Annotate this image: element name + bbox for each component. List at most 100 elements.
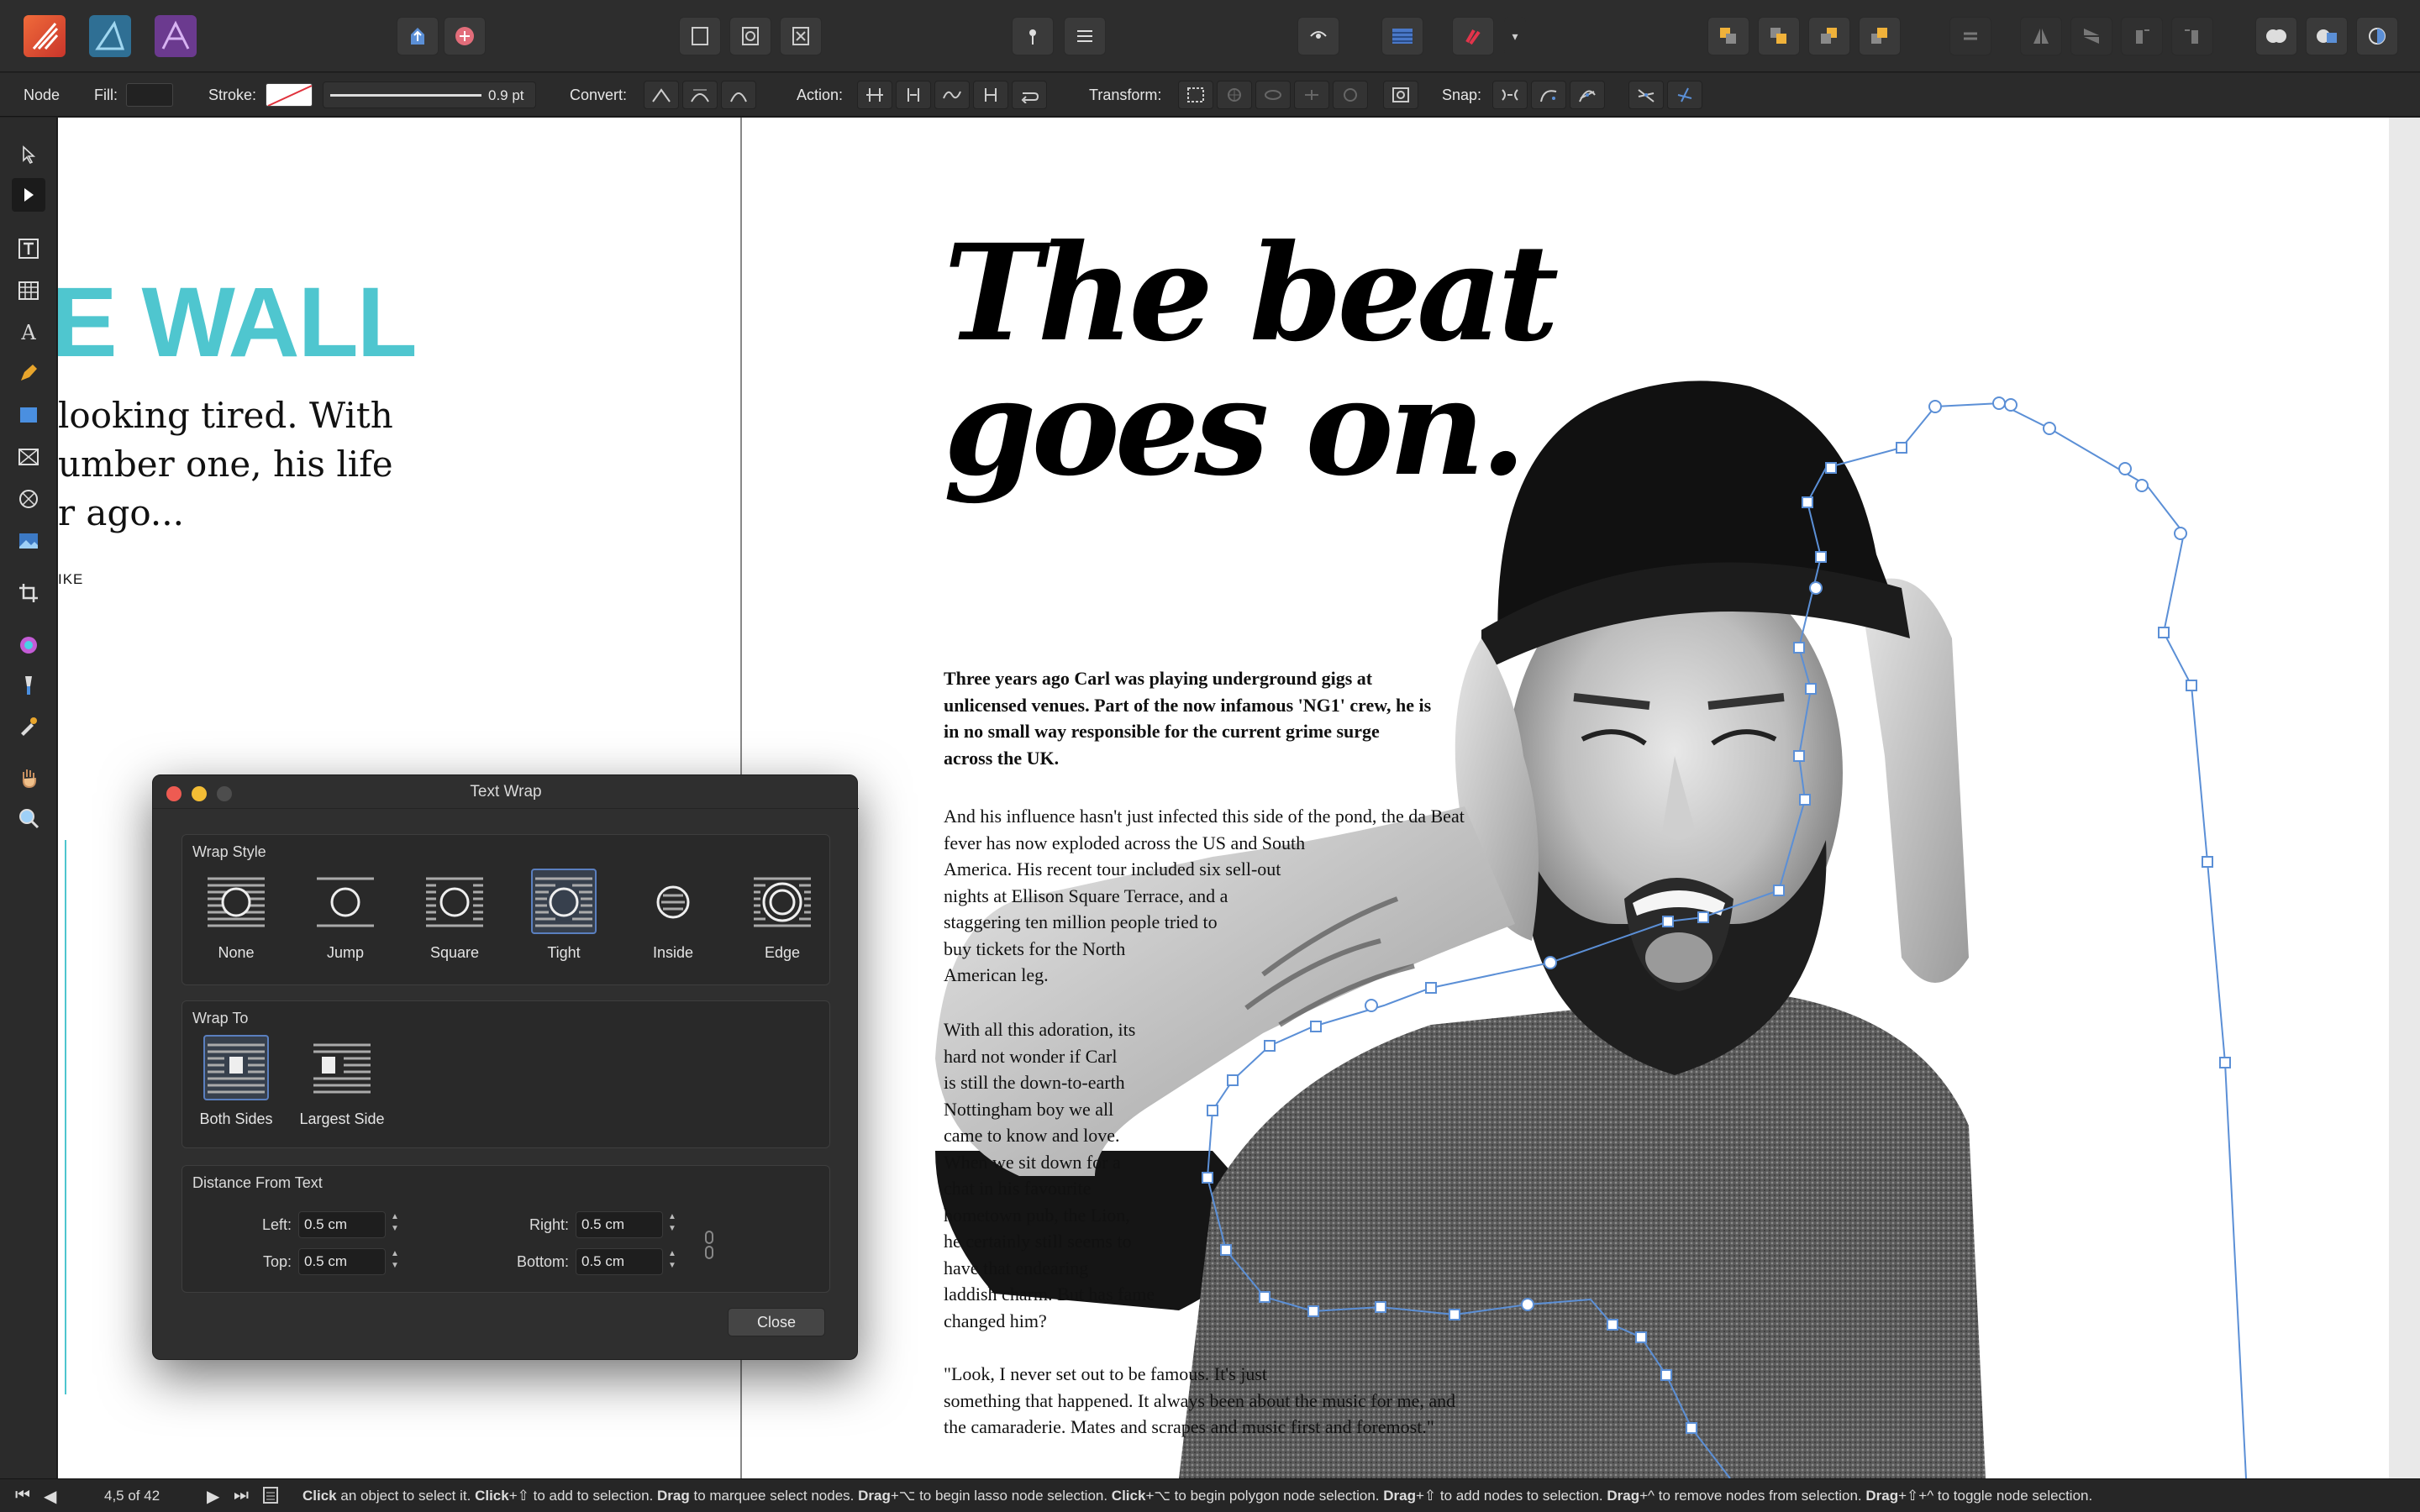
convert-smart-icon[interactable] bbox=[721, 81, 756, 109]
preview-mode-icon[interactable] bbox=[1297, 17, 1339, 55]
document-canvas[interactable]: E WALL looking tired. With umber one, hi… bbox=[58, 118, 2420, 1478]
page-thumbnails-icon[interactable] bbox=[262, 1486, 279, 1509]
assets-icon[interactable] bbox=[444, 17, 486, 55]
arrange-backward-icon[interactable] bbox=[1758, 17, 1800, 55]
transform-origin-icon[interactable] bbox=[1217, 81, 1252, 109]
previous-page-icon[interactable]: ◀ bbox=[44, 1486, 56, 1507]
last-page-icon[interactable]: ⏭ bbox=[234, 1486, 249, 1505]
convert-label: Convert: bbox=[570, 87, 628, 103]
top-distance-stepper[interactable]: ▲ ▼ bbox=[389, 1248, 401, 1275]
text-frame-icon[interactable] bbox=[1064, 17, 1106, 55]
wrap-style-inside[interactable]: Inside bbox=[631, 869, 715, 969]
stroke-swatch[interactable] bbox=[266, 83, 313, 107]
transform-reset-icon[interactable] bbox=[1383, 81, 1418, 109]
wrap-style-none[interactable]: None bbox=[194, 869, 278, 969]
pin-icon[interactable] bbox=[1012, 17, 1054, 55]
text-line: And his influence hasn't just infected t… bbox=[944, 806, 1465, 827]
arrange-back-icon[interactable] bbox=[1707, 17, 1749, 55]
picture-frame-icon[interactable] bbox=[12, 440, 45, 474]
snap-intersection-icon[interactable] bbox=[1628, 81, 1664, 109]
article-paragraph[interactable]: With all this adoration, its hard not wo… bbox=[944, 1016, 1155, 1334]
designer-persona-icon[interactable] bbox=[89, 15, 131, 57]
context-toolbar: Node Fill: Stroke: 0.9 pt Convert: Actio… bbox=[0, 73, 2420, 117]
move-tool-icon[interactable] bbox=[12, 138, 45, 171]
photo-persona-icon[interactable] bbox=[155, 15, 197, 57]
right-page[interactable]: The beat goes on. Three years ago Carl w… bbox=[742, 118, 2389, 1478]
transform-rotate-icon[interactable] bbox=[1333, 81, 1368, 109]
snap-perpendicular-icon[interactable] bbox=[1667, 81, 1702, 109]
wrap-to-both-sides[interactable]: Both Sides bbox=[194, 1035, 278, 1136]
share-icon[interactable] bbox=[397, 17, 439, 55]
close-curve-icon[interactable] bbox=[896, 81, 931, 109]
view-clip-icon[interactable] bbox=[780, 17, 822, 55]
page-indicator[interactable]: 4,5 of 42 bbox=[104, 1488, 160, 1504]
wrap-style-tight[interactable]: Tight bbox=[522, 869, 606, 969]
ellipse-frame-icon[interactable] bbox=[12, 482, 45, 516]
fill-tool-icon[interactable] bbox=[12, 628, 45, 662]
snap-tangent-icon[interactable] bbox=[1570, 81, 1605, 109]
article-headline[interactable]: The beat goes on. bbox=[944, 227, 1700, 496]
convert-sharp-icon[interactable] bbox=[644, 81, 679, 109]
reverse-curve-icon[interactable] bbox=[1012, 81, 1047, 109]
bottom-distance-field[interactable]: 0.5 cm bbox=[576, 1248, 663, 1275]
break-curve-icon[interactable] bbox=[857, 81, 892, 109]
fill-swatch[interactable] bbox=[126, 83, 173, 107]
first-page-icon[interactable]: ⏮ bbox=[15, 1486, 30, 1505]
article-intro[interactable]: Three years ago Carl was playing undergr… bbox=[944, 665, 1431, 771]
link-values-icon[interactable] bbox=[703, 1230, 715, 1264]
right-distance-stepper[interactable]: ▲ ▼ bbox=[666, 1211, 678, 1238]
bottom-distance-stepper[interactable]: ▲ ▼ bbox=[666, 1248, 678, 1275]
baseline-grid-icon[interactable] bbox=[1381, 17, 1423, 55]
rotate-left-icon[interactable] bbox=[2121, 17, 2163, 55]
zoom-tool-icon[interactable] bbox=[12, 801, 45, 835]
place-image-icon[interactable] bbox=[12, 524, 45, 558]
flip-horizontal-icon[interactable] bbox=[2020, 17, 2062, 55]
color-picker-icon[interactable] bbox=[12, 709, 45, 743]
wrap-style-square[interactable]: Square bbox=[413, 869, 497, 969]
snapping-magnet-icon[interactable] bbox=[1452, 17, 1494, 55]
view-bleed-icon[interactable] bbox=[729, 17, 771, 55]
hand-tool-icon[interactable] bbox=[12, 761, 45, 795]
article-paragraph[interactable]: And his influence hasn't just infected t… bbox=[944, 803, 1465, 989]
flip-vertical-icon[interactable] bbox=[2070, 17, 2112, 55]
wrap-style-edge[interactable]: Edge bbox=[740, 869, 824, 969]
join-curves-icon[interactable] bbox=[973, 81, 1008, 109]
close-button[interactable]: Close bbox=[728, 1308, 825, 1336]
left-distance-field[interactable]: 0.5 cm bbox=[298, 1211, 386, 1238]
pen-tool-icon[interactable] bbox=[12, 356, 45, 390]
snapping-options-chevron-icon[interactable]: ▾ bbox=[1504, 17, 1526, 55]
frame-text-tool-icon[interactable] bbox=[12, 232, 45, 265]
snap-curves-icon[interactable] bbox=[1531, 81, 1566, 109]
transparency-tool-icon[interactable] bbox=[12, 669, 45, 702]
left-distance-stepper[interactable]: ▲ ▼ bbox=[389, 1211, 401, 1238]
hint-text: to marquee select nodes. bbox=[689, 1488, 859, 1504]
transform-show-icon[interactable] bbox=[1255, 81, 1291, 109]
wrap-style-jump[interactable]: Jump bbox=[303, 869, 387, 969]
boolean-subtract-icon[interactable] bbox=[2306, 17, 2348, 55]
article-paragraph[interactable]: "Look, I never set out to be famous. It'… bbox=[944, 1361, 1455, 1441]
boolean-intersect-icon[interactable] bbox=[2356, 17, 2398, 55]
arrange-forward-icon[interactable] bbox=[1808, 17, 1850, 55]
smooth-curve-icon[interactable] bbox=[934, 81, 970, 109]
stroke-width-slider[interactable]: 0.9 pt bbox=[323, 81, 536, 108]
snap-nodes-icon[interactable] bbox=[1492, 81, 1528, 109]
crop-tool-icon[interactable] bbox=[12, 576, 45, 610]
table-tool-icon[interactable] bbox=[12, 274, 45, 307]
view-normal-icon[interactable] bbox=[679, 17, 721, 55]
rotate-right-icon[interactable] bbox=[2171, 17, 2213, 55]
top-distance-field[interactable]: 0.5 cm bbox=[298, 1248, 386, 1275]
convert-smooth-icon[interactable] bbox=[682, 81, 718, 109]
publisher-persona-icon[interactable] bbox=[24, 15, 66, 57]
arrange-front-icon[interactable] bbox=[1859, 17, 1901, 55]
next-page-icon[interactable]: ▶ bbox=[207, 1486, 219, 1507]
rectangle-tool-icon[interactable] bbox=[12, 398, 45, 432]
boolean-add-icon[interactable] bbox=[2255, 17, 2297, 55]
transform-align-icon[interactable] bbox=[1294, 81, 1329, 109]
distance-from-text-group: Distance From Text Left: 0.5 cm ▲ ▼ Top: … bbox=[182, 1165, 830, 1293]
right-distance-field[interactable]: 0.5 cm bbox=[576, 1211, 663, 1238]
transform-box-icon[interactable] bbox=[1178, 81, 1213, 109]
align-icon[interactable] bbox=[1949, 17, 1991, 55]
wrap-to-largest-side[interactable]: Largest Side bbox=[292, 1035, 392, 1136]
node-tool-icon[interactable] bbox=[12, 178, 45, 212]
artistic-text-tool-icon[interactable]: A bbox=[12, 316, 45, 349]
